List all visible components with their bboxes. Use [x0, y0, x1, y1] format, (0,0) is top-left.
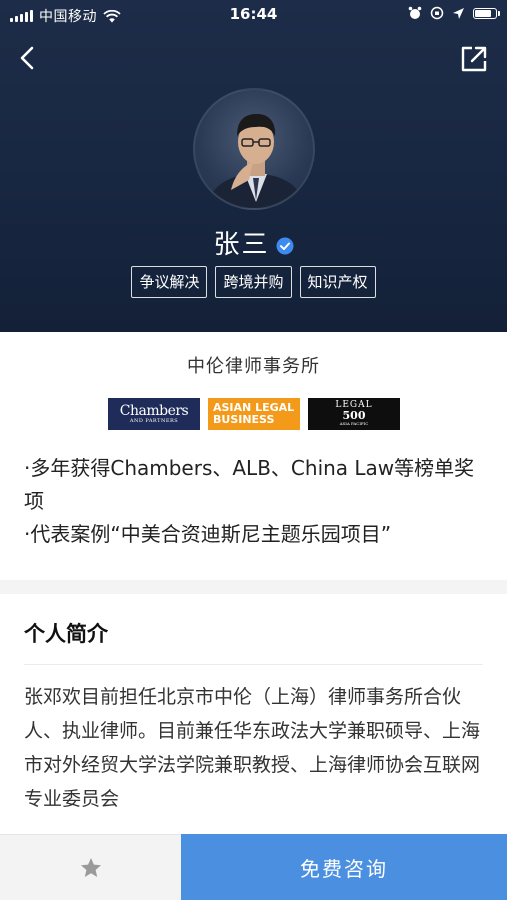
tag-dispute-resolution[interactable]: 争议解决 [131, 266, 208, 298]
back-arrow-icon[interactable] [14, 44, 42, 72]
tag-cross-border-ma[interactable]: 跨境并购 [215, 266, 292, 298]
favorite-button[interactable] [0, 834, 181, 900]
intro-title: 个人简介 [24, 622, 108, 646]
tag-intellectual-property[interactable]: 知识产权 [299, 266, 376, 298]
alarm-icon [408, 6, 422, 19]
firm-card: 中伦律师事务所 Chambers AND PARTNERS ASIAN LEGA… [0, 332, 507, 580]
legal500-logo-line3: ASIA PACIFIC [339, 421, 369, 426]
chambers-logo: Chambers AND PARTNERS [108, 398, 200, 430]
legal500-logo: LEGAL 500 ASIA PACIFIC [308, 398, 400, 430]
award-logos: Chambers AND PARTNERS ASIAN LEGAL BUSINE… [108, 398, 400, 430]
specialty-tags: 争议解决 跨境并购 知识产权 [0, 266, 507, 298]
highlight-item: ·多年获得Chambers、ALB、China Law等榜单奖项 [24, 456, 475, 513]
rotation-lock-icon [430, 6, 444, 20]
legal500-logo-line2: 500 [342, 409, 366, 422]
highlights-list: ·多年获得Chambers、ALB、China Law等榜单奖项 ·代表案例“中… [24, 452, 484, 551]
chambers-logo-title: Chambers [119, 402, 189, 419]
battery-icon [473, 7, 500, 19]
status-right [408, 6, 500, 20]
firm-name: 中伦律师事务所 [187, 356, 320, 377]
chambers-logo-subtitle: AND PARTNERS [129, 417, 179, 424]
intro-divider [24, 664, 483, 665]
profile-name-row: 张三 [0, 224, 507, 261]
bottom-action-bar: 免费咨询 [0, 834, 507, 900]
star-icon [80, 857, 101, 877]
alb-logo-line2: BUSINESS [213, 413, 275, 426]
free-consult-button[interactable]: 免费咨询 [181, 834, 507, 900]
alb-logo: ASIAN LEGAL BUSINESS [208, 398, 300, 430]
location-icon [453, 7, 464, 19]
profile-header: 中国移动 16:44 张三 争议解决 跨境并购 知识产权 [0, 0, 507, 332]
status-bar: 中国移动 16:44 [0, 0, 507, 30]
verified-icon [276, 237, 293, 254]
profile-name: 张三 [213, 230, 270, 260]
share-icon[interactable] [459, 44, 489, 74]
intro-section: 个人简介 张邓欢目前担任北京市中伦（上海）律师事务所合伙人、执业律师。目前兼任华… [0, 594, 507, 834]
avatar[interactable] [193, 88, 315, 210]
intro-text: 张邓欢目前担任北京市中伦（上海）律师事务所合伙人、执业律师。目前兼任华东政法大学… [24, 686, 481, 810]
section-divider [0, 580, 507, 594]
highlight-item: ·代表案例“中美合资迪斯尼主题乐园项目” [24, 522, 392, 546]
avatar-portrait [205, 114, 307, 208]
